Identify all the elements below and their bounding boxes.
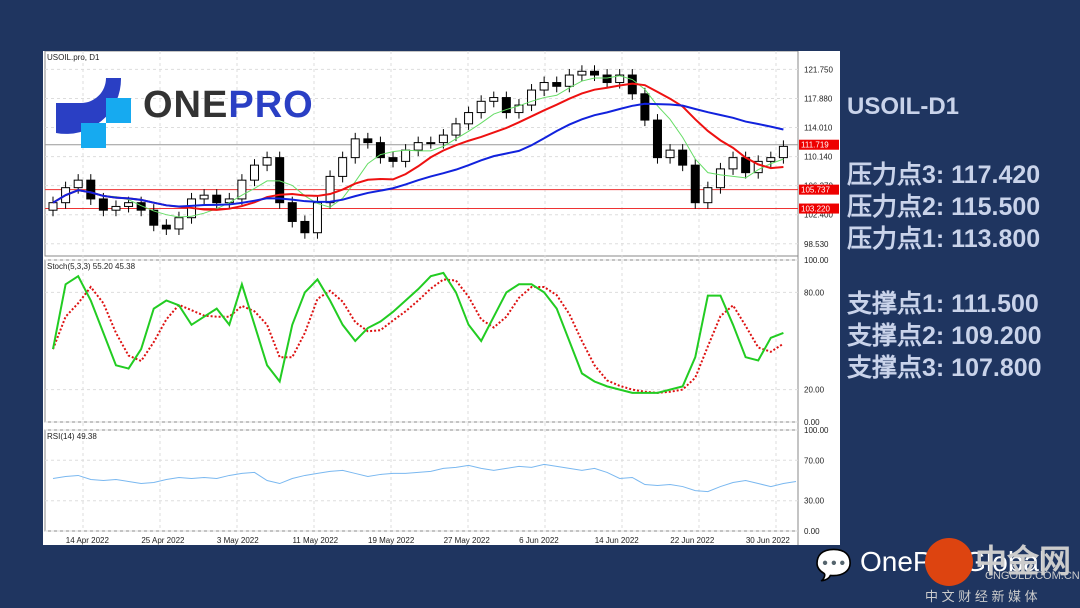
price-chart[interactable]: 121.750117.880114.010110.140106.270102.4… <box>43 51 840 545</box>
price-tick: 98.530 <box>804 240 829 249</box>
candle-body <box>451 123 461 136</box>
cngold-logo-icon <box>925 538 973 586</box>
candle-body <box>476 100 486 114</box>
resistance-2: 压力点2: 115.500 <box>847 193 1041 221</box>
logo-pro: PRO <box>228 84 314 126</box>
brand-url: CNGOLD.COM.CN <box>985 570 1080 582</box>
logo-one: ONE <box>143 84 229 126</box>
candle-body <box>350 138 360 159</box>
candle-body <box>728 157 738 170</box>
candle-body <box>640 93 650 121</box>
price-tick: 114.010 <box>804 124 833 133</box>
rsi-line <box>52 463 797 493</box>
candle-body <box>287 202 297 222</box>
candle-body <box>413 142 423 151</box>
price-tick: 110.140 <box>804 153 833 162</box>
support-2: 支撑点2: 109.200 <box>847 322 1042 350</box>
stoch-tick: 100.00 <box>804 256 829 265</box>
candle-body <box>174 217 184 230</box>
price-label: 105.737 <box>801 186 830 195</box>
wechat-icon: 💬 <box>815 549 853 582</box>
x-tick-label: 3 May 2022 <box>217 536 259 545</box>
x-tick-label: 30 Jun 2022 <box>746 536 791 545</box>
x-tick-label: 25 Apr 2022 <box>141 536 185 545</box>
candle-body <box>489 97 499 102</box>
symbol-label: USOIL.pro, D1 <box>47 53 100 62</box>
x-tick-label: 14 Apr 2022 <box>66 536 110 545</box>
x-tick-label: 22 Jun 2022 <box>670 536 715 545</box>
candle-body <box>98 198 108 211</box>
price-label: 103.220 <box>801 205 830 214</box>
candle-body <box>86 179 96 200</box>
resistance-1: 压力点1: 113.800 <box>847 225 1041 253</box>
candle-body <box>426 142 436 145</box>
rsi-tick: 0.00 <box>804 527 820 536</box>
candle-body <box>652 119 662 159</box>
candle-body <box>766 157 776 162</box>
candle-body <box>602 74 612 84</box>
candle-body <box>564 74 574 87</box>
candle-body <box>363 138 373 144</box>
support-1: 支撑点1: 111.500 <box>847 290 1039 318</box>
candle-body <box>590 70 600 76</box>
rsi-title: RSI(14) 49.38 <box>47 432 97 441</box>
candle-body <box>149 209 159 226</box>
price-tick: 117.880 <box>804 94 833 103</box>
rsi-tick: 30.00 <box>804 497 825 506</box>
candle-body <box>325 175 335 204</box>
onepro-logo-icon <box>56 78 136 153</box>
candle-body <box>678 149 688 166</box>
candle-body <box>703 187 713 204</box>
candle-body <box>577 70 587 76</box>
panel-border <box>44 429 799 532</box>
candle-body <box>249 164 259 181</box>
candle-body <box>539 82 549 91</box>
candle-body <box>388 157 398 162</box>
x-tick-label: 6 Jun 2022 <box>519 536 559 545</box>
stoch-title: Stoch(5,3,3) 55.20 45.38 <box>47 262 136 271</box>
stoch-tick: 20.00 <box>804 386 825 395</box>
panel-border <box>44 259 799 423</box>
rsi-tick: 70.00 <box>804 456 825 465</box>
candle-body <box>161 224 171 230</box>
x-tick-label: 27 May 2022 <box>444 536 491 545</box>
x-tick-label: 19 May 2022 <box>368 536 415 545</box>
onepro-logo-text: ONEPRO <box>143 84 314 127</box>
candle-body <box>124 202 134 207</box>
candle-body <box>312 202 322 234</box>
price-tick: 121.750 <box>804 65 833 74</box>
candle-body <box>73 179 83 189</box>
resistance-3: 压力点3: 117.420 <box>847 161 1041 189</box>
candle-body <box>375 142 385 159</box>
support-3: 支撑点3: 107.800 <box>847 354 1042 382</box>
candle-body <box>552 82 562 87</box>
x-tick-label: 14 Jun 2022 <box>595 536 640 545</box>
candle-body <box>199 194 209 200</box>
candle-body <box>401 149 411 162</box>
x-tick-label: 11 May 2022 <box>292 536 338 545</box>
stoch-tick: 80.00 <box>804 288 825 297</box>
candle-body <box>237 179 247 200</box>
candle-body <box>338 157 348 177</box>
candle-body <box>262 157 272 166</box>
candle-body <box>48 202 58 211</box>
candle-body <box>715 168 725 189</box>
rsi-tick: 100.00 <box>804 426 829 435</box>
candle-body <box>778 145 788 159</box>
candle-body <box>212 194 222 204</box>
brand-sub: 中 文 财 经 新 媒 体 <box>925 589 1038 604</box>
candle-body <box>438 134 448 144</box>
side-title: USOIL-D1 <box>847 93 960 120</box>
stoch-d-line <box>52 278 784 394</box>
candle-body <box>690 164 700 204</box>
candle-body <box>464 112 474 125</box>
candle-body <box>665 149 675 159</box>
stoch-k-line <box>52 271 784 394</box>
candle-body <box>111 205 121 211</box>
candle-body <box>300 220 310 234</box>
price-label: 111.719 <box>801 141 829 150</box>
